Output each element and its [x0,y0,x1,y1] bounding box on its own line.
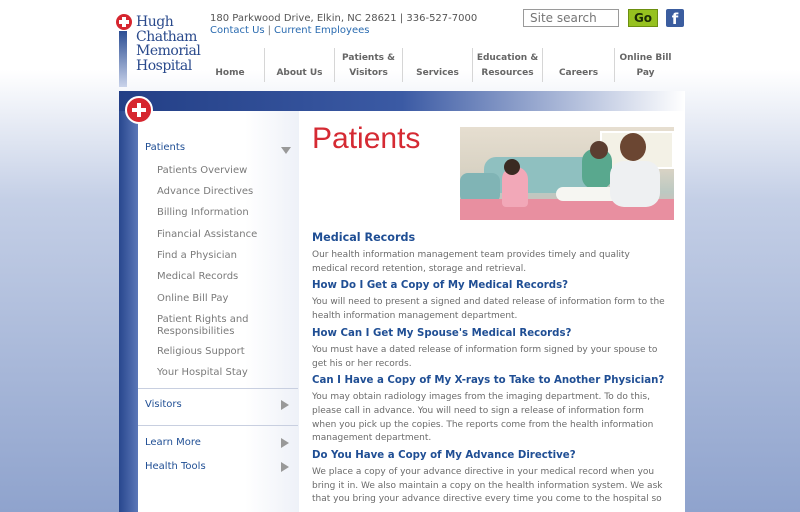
sidebar-subitem-patients-overview[interactable]: Patients Overview [157,165,287,177]
hospital-logo[interactable]: Hugh Chatham Memorial Hospital [116,14,202,87]
red-cross-icon [116,14,132,30]
sidebar-subitem-online-bill-pay[interactable]: Online Bill Pay [157,293,287,305]
contact-us-link[interactable]: Contact Us [210,25,265,36]
sidebar-subitem-religious-support[interactable]: Religious Support [157,346,287,358]
section-heading: Medical Records [312,231,416,244]
current-employees-link[interactable]: Current Employees [274,25,369,36]
family-photo [460,127,674,220]
section-heading: How Do I Get a Copy of My Medical Record… [312,280,569,292]
hospital-address: 180 Parkwood Drive, Elkin, NC 28621 | 33… [210,13,478,24]
photo-man [610,161,660,207]
logo-line-3: Memorial [136,43,201,59]
sidebar-divider [138,425,298,426]
chevron-down-icon[interactable] [281,147,291,154]
sidebar-stripe [119,111,138,512]
search-go-button[interactable]: Go [628,9,658,27]
sidebar-subitem-billing-information[interactable]: Billing Information [157,207,287,219]
nav-patients-visitors[interactable]: Patients & Visitors [334,48,402,82]
nav-label: Services [416,68,459,78]
photo-girl-head [504,159,520,175]
chevron-right-icon[interactable] [281,438,289,448]
sidebar-item-visitors[interactable]: Visitors [145,399,182,410]
section-body: Our health information management team p… [312,250,630,274]
link-separator: | [267,25,271,36]
sidebar-divider [138,388,298,389]
article-content: Medical Records Our health information m… [312,231,668,507]
photo-woman-head [590,141,608,159]
section-body: You may obtain radiology images from the… [312,392,654,444]
section-heading: How Can I Get My Spouse's Medical Record… [312,327,572,339]
nav-label: About Us [276,68,323,78]
nav-label: Patients & Visitors [342,53,395,78]
nav-label: Education & Resources [476,53,539,78]
chevron-right-icon[interactable] [281,400,289,410]
nav-label: Online Bill Pay [619,53,672,78]
sidebar-item-health-tools[interactable]: Health Tools [145,461,206,472]
sidebar-subitem-patient-rights[interactable]: Patient Rights and Responsibilities [157,314,287,337]
section-body: You will need to present a signed and da… [312,297,665,322]
photo-man-head [620,133,646,161]
nav-education-resources[interactable]: Education & Resources [472,48,542,82]
utility-links: Contact Us | Current Employees [210,25,369,36]
nav-about-us[interactable]: About Us [264,48,334,82]
logo-text: Hugh Chatham Memorial Hospital [136,14,201,74]
sidebar-item-patients[interactable]: Patients [145,142,185,153]
page-title: Patients [312,122,421,155]
logo-bar [119,31,127,87]
section-body: You must have a dated release of informa… [312,344,658,369]
nav-online-bill-pay[interactable]: Online Bill Pay [614,48,676,82]
sidebar-subitem-your-hospital-stay[interactable]: Your Hospital Stay [157,367,287,379]
logo-line-4: Hospital [136,57,192,74]
main-navigation: Home About Us Patients & Visitors Servic… [196,48,686,82]
sidebar-item-learn-more[interactable]: Learn More [145,437,201,448]
sidebar-subitem-advance-directives[interactable]: Advance Directives [157,186,287,198]
nav-label: Home [215,68,245,78]
section-heading: Do You Have a Copy of My Advance Directi… [312,450,576,462]
search-input[interactable] [523,9,619,27]
sidebar-subitem-financial-assistance[interactable]: Financial Assistance [157,229,287,241]
nav-careers[interactable]: Careers [542,48,614,82]
section-body: We place a copy of your advance directiv… [312,467,663,505]
logo-line-1: Hugh [136,14,174,30]
red-cross-badge-icon [125,96,153,124]
facebook-icon[interactable]: f [666,9,684,28]
nav-home[interactable]: Home [196,48,264,82]
section-heading: Can I Have a Copy of My X-rays to Take t… [312,375,665,387]
nav-services[interactable]: Services [402,48,472,82]
header-band [119,91,685,111]
nav-label: Careers [558,68,599,78]
sidebar-subitem-find-a-physician[interactable]: Find a Physician [157,250,287,262]
sidebar-subitem-medical-records[interactable]: Medical Records [157,271,287,283]
logo-line-2: Chatham [136,28,197,45]
chevron-right-icon[interactable] [281,462,289,472]
